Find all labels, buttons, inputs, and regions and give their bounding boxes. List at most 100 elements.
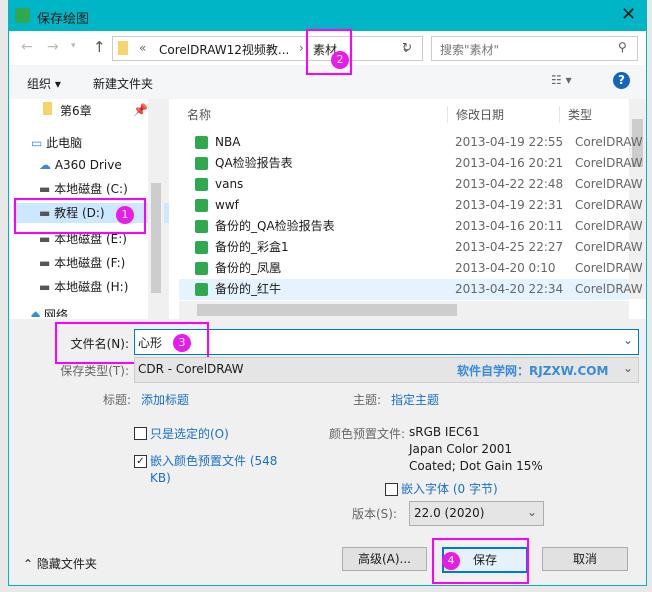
file-name: NBA [215,135,241,149]
cdr-file-icon [195,241,208,254]
file-row[interactable]: 备份的_凤凰 2013-04-20 0:10 CorelDRAW [179,258,643,279]
help-icon[interactable]: ? [613,72,630,89]
chevron-down-icon[interactable]: ⌄ [623,333,633,347]
cdr-file-icon [195,199,208,212]
version-value: 22.0 (2020) [414,506,485,520]
cdr-file-icon [195,283,208,296]
step-badge: 4 [442,552,460,570]
nav-scrollbar[interactable] [148,99,164,319]
cdr-file-icon [195,220,208,233]
only-selected-checkbox[interactable] [134,427,147,440]
file-row[interactable]: vans 2013-04-22 22:48 CorelDRAW [179,174,643,195]
hide-folders-label: 隐藏文件夹 [36,557,97,571]
column-name[interactable]: 名称 [187,106,211,123]
filename-input[interactable]: 心形 ⌄ [134,329,639,355]
search-input[interactable]: 搜索"素材" [440,41,499,58]
profile-line: sRGB IEC61 [409,425,480,439]
file-date: 2013-04-16 20:21 [455,156,564,170]
overflow[interactable]: « [139,41,146,55]
file-type: CorelDRAW [575,177,643,191]
file-type: CorelDRAW [575,156,643,170]
chevron-right-icon: › [299,41,304,55]
embed-profile-label[interactable]: 嵌入颜色预置文件 (548 KB) [150,453,290,487]
breadcrumb-1[interactable]: CorelDRAW12视频教... [159,41,289,58]
subject-link[interactable]: 指定主题 [391,391,439,408]
version-select[interactable]: 22.0 (2020) ⌄ [409,501,544,526]
profile-line: Japan Color 2001 [409,442,512,456]
up-icon[interactable]: ↑ [93,38,106,56]
nav-item[interactable]: ▬ 本地磁盘 (F:) [39,253,125,273]
version-label: 版本(S): [351,507,397,521]
cdr-file-icon [195,178,208,191]
step-badge: 3 [173,334,191,352]
cdr-file-icon [195,262,208,275]
embed-profile-checkbox[interactable]: ✓ [134,455,147,468]
embed-fonts-label[interactable]: 嵌入字体 (0 字节) [401,480,498,497]
nav-item[interactable]: ◆ 网络 [31,305,68,317]
watermark: 软件自学网：RJZXW.COM [457,364,609,378]
close-icon[interactable]: ✕ [621,4,636,25]
cdr-file-icon [195,136,208,149]
title-bar: 保存绘图 ✕ [9,1,646,31]
file-type: CorelDRAW [575,198,643,212]
file-name: 备份的_彩盒1 [215,240,289,254]
address-bar[interactable]: « CorelDRAW12视频教... › 素材 ⌄ [112,36,423,61]
save-dialog: 保存绘图 ✕ ← → ▾ ↑ « CorelDRAW12视频教... › 素材 … [8,0,647,586]
file-row[interactable]: wwf 2013-04-19 22:31 CorelDRAW [179,195,643,216]
search-box[interactable]: 搜索"素材" ⚲ [431,36,638,61]
nav-item[interactable]: ▬ 本地磁盘 (H:) [39,277,128,297]
back-icon[interactable]: ← [21,39,33,55]
new-folder-button[interactable]: 新建文件夹 [93,75,153,92]
hide-folders-button[interactable]: ⌃ 隐藏文件夹 [23,555,97,572]
forward-icon[interactable]: → [47,39,59,55]
file-name: wwf [215,198,239,212]
recent-icon[interactable]: ▾ [71,41,76,51]
file-row[interactable]: NBA 2013-04-19 22:55 CorelDRAW [179,132,643,153]
search-icon[interactable]: ⚲ [618,40,627,54]
step-badge: 1 [116,206,134,224]
add-title-link[interactable]: 添加标题 [141,391,189,408]
refresh-icon[interactable]: ↻ [402,40,412,54]
file-row[interactable]: QA检验报告表 2013-04-16 20:21 CorelDRAW [179,153,643,174]
type-value: CDR - CorelDRAW [138,362,244,376]
nav-item[interactable]: ▭ 此电脑 [31,133,82,153]
column-date[interactable]: 修改日期 [447,106,504,123]
profile-label: 颜色预置文件: [328,427,405,441]
subject-label: 主题: [352,393,381,407]
file-name: 备份的_QA检验报告表 [215,219,335,233]
app-icon [15,8,30,23]
file-row[interactable]: 备份的_彩盒1 2013-04-25 22:27 CorelDRAW [179,237,643,258]
embed-fonts-checkbox[interactable] [385,483,398,496]
nav-item[interactable]: ▬ 本地磁盘 (C:) [39,179,128,199]
nav-item[interactable]: 第6章 [43,101,92,121]
horizontal-scrollbar[interactable] [179,301,629,319]
nav-item[interactable]: ☁ A360 Drive [39,155,122,175]
column-type[interactable]: 类型 [559,106,592,123]
dialog-title: 保存绘图 [37,12,90,27]
cancel-button[interactable]: 取消 [542,547,628,571]
file-date: 2013-04-19 22:31 [455,198,564,212]
view-icon[interactable]: ☷ ▾ [551,73,572,87]
step-badge: 2 [331,51,349,69]
type-select[interactable]: CDR - CorelDRAW 软件自学网：RJZXW.COM ⌄ [134,357,639,383]
file-type: CorelDRAW [575,135,643,149]
file-row[interactable]: 备份的_QA检验报告表 2013-04-16 20:11 CorelDRAW [179,216,643,237]
file-type: CorelDRAW [575,219,643,233]
advanced-button[interactable]: 高级(A)... [342,547,427,571]
file-date: 2013-04-16 20:11 [455,219,564,233]
file-date: 2013-04-20 22:34 [455,282,564,296]
file-name: 备份的_红牛 [215,282,282,296]
only-selected-label[interactable]: 只是选定的(O) [150,425,229,442]
file-type: CorelDRAW [575,240,643,254]
chevron-down-icon[interactable]: ⌄ [623,361,633,375]
file-date: 2013-04-20 0:10 [455,261,556,275]
organize-button[interactable]: 组织 ▾ [27,75,61,92]
title-label: 标题: [102,393,131,407]
file-name: 备份的_凤凰 [215,261,282,275]
pin-icon[interactable]: 📌 [133,103,148,117]
file-name: vans [215,177,244,191]
file-date: 2013-04-22 22:48 [455,177,564,191]
file-type: CorelDRAW [575,261,643,275]
file-row[interactable]: 备份的_红牛 2013-04-20 22:34 CorelDRAW [179,279,643,300]
chevron-down-icon[interactable]: ⌄ [527,505,537,519]
